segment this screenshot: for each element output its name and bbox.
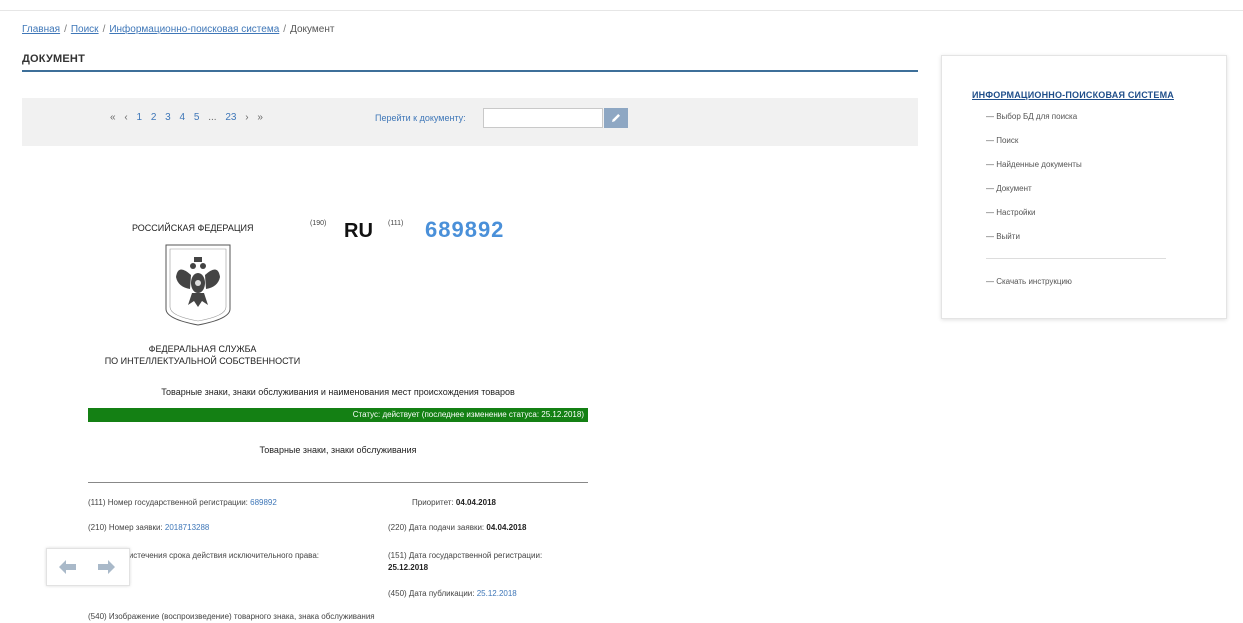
pager-page-4[interactable]: 4 [180,112,186,123]
goto-document-input[interactable] [483,108,603,128]
pager-page-3[interactable]: 3 [165,112,171,123]
field-registration: (111) Номер государственной регистрации:… [88,497,277,509]
pagination: « ‹ 1 2 3 4 5 ... 23 › » [110,112,269,123]
sidebar-divider [986,258,1166,259]
document-kind: Товарные знаки, знаки обслуживания [259,445,417,455]
field-priority: Приоритет: 04.04.2018 [412,497,496,509]
field-priority-label: Приоритет: [412,498,454,507]
field-registration-value[interactable]: 689892 [250,498,277,507]
breadcrumb-search[interactable]: Поиск [71,24,99,35]
page-title: ДОКУМЕНТ [22,53,85,65]
code-190: (190) [310,220,327,227]
agency-line-2: ПО ИНТЕЛЛЕКТУАЛЬНОЙ СОБСТВЕННОСТИ [104,356,301,366]
field-application-value[interactable]: 2018713288 [165,523,210,532]
field-registration-label: (111) Номер государственной регистрации: [88,498,248,507]
sidebar-menu: — Выбор БД для поиска — Поиск — Найденны… [986,112,1082,256]
document-divider [88,482,588,483]
field-publication-value[interactable]: 25.12.2018 [477,589,517,598]
arrow-right-icon [98,560,115,574]
status-bar: Статус: действует (последнее изменение с… [88,408,588,422]
pager-first[interactable]: « [110,112,116,123]
breadcrumb-separator: / [283,24,287,35]
field-state-registration: (151) Дата государственной регистрации: … [388,550,542,574]
pager-ellipsis: ... [208,112,217,123]
goto-document-button[interactable] [604,108,628,128]
country-code: RU [344,220,373,242]
code-111: (111) [388,220,404,227]
breadcrumb: Главная / Поиск / Информационно-поисковая си… [22,24,334,35]
field-priority-value: 04.04.2018 [455,498,496,507]
next-document-button[interactable] [91,553,123,581]
sidebar-item-found-docs[interactable]: — Найденные документы [986,160,1082,184]
breadcrumb-separator: / [64,24,67,35]
document-nav-arrows [46,548,130,586]
sidebar-item-document[interactable]: — Документ [986,184,1082,208]
field-filing-value: 04.04.2018 [486,523,527,532]
breadcrumb-ips[interactable]: Информационно-поисковая система [109,24,279,35]
prev-document-button[interactable] [51,553,83,581]
field-publication: (450) Дата публикации: 25.12.2018 [388,588,517,600]
field-state-registration-label: (151) Дата государственной регистрации: [388,551,543,560]
pager-page-1[interactable]: 1 [136,112,142,123]
pager-page-5[interactable]: 5 [194,112,200,123]
title-underline [22,70,918,72]
field-state-registration-value: 25.12.2018 [388,563,429,572]
pager-page-last[interactable]: 23 [225,112,236,123]
status-text: Статус: действует (последнее изменение с… [352,410,584,419]
field-filing-label: (220) Дата подачи заявки: [388,523,485,532]
pager-last[interactable]: » [257,112,263,123]
field-application: (210) Номер заявки: 2018713288 [88,522,209,534]
sidebar-item-db-select[interactable]: — Выбор БД для поиска [986,112,1082,136]
document-kind-full: Товарные знаки, знаки обслуживания и наи… [161,387,515,397]
pencil-icon [612,114,620,122]
field-publication-label: (450) Дата публикации: [388,589,475,598]
sidebar-item-logout[interactable]: — Выйти [986,232,1082,256]
country-label: РОССИЙСКАЯ ФЕДЕРАЦИЯ [132,223,254,233]
sidebar-item-settings[interactable]: — Настройки [986,208,1082,232]
breadcrumb-separator: / [102,24,106,35]
document-number[interactable]: 689892 [425,217,504,243]
arrow-left-icon [59,560,76,574]
pager-next[interactable]: › [245,112,248,123]
sidebar-item-search[interactable]: — Поиск [986,136,1082,160]
agency-line-1: ФЕДЕРАЛЬНАЯ СЛУЖБА [148,344,257,354]
goto-document-label: Перейти к документу: [375,113,466,123]
field-application-label: (210) Номер заявки: [88,523,163,532]
agency-name: ФЕДЕРАЛЬНАЯ СЛУЖБА ПО ИНТЕЛЛЕКТУАЛЬНОЙ С… [80,343,325,367]
sidebar-panel: ИНФОРМАЦИОННО-ПОИСКОВАЯ СИСТЕМА — Выбор … [941,55,1227,319]
field-image: (540) Изображение (воспроизведение) това… [88,612,375,621]
breadcrumb-home[interactable]: Главная [22,24,60,35]
sidebar-title[interactable]: ИНФОРМАЦИОННО-ПОИСКОВАЯ СИСТЕМА [972,90,1174,100]
top-divider [0,10,1243,11]
breadcrumb-current: Документ [290,24,335,35]
pager-page-2[interactable]: 2 [151,112,157,123]
coat-of-arms-icon [165,244,231,326]
pager-prev[interactable]: ‹ [124,112,127,123]
sidebar-download-instructions[interactable]: — Скачать инструкцию [986,277,1072,286]
field-filing-date: (220) Дата подачи заявки: 04.04.2018 [388,522,526,534]
